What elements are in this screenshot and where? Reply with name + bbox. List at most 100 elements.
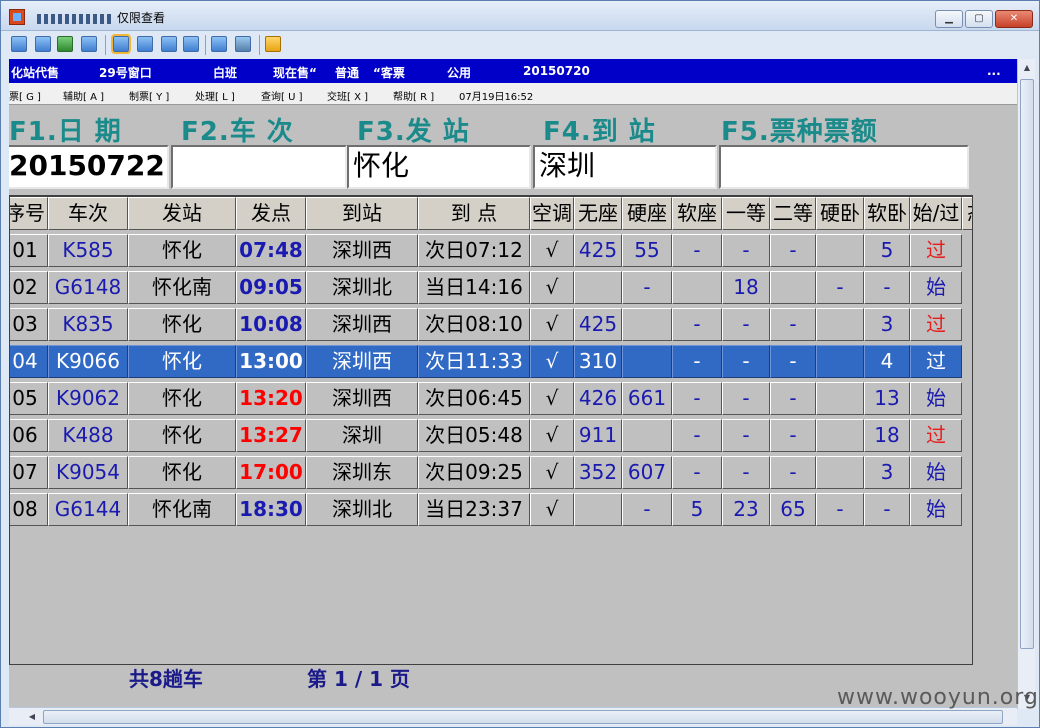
cell-arr: 当日14:16 xyxy=(418,271,530,304)
cell-soft-seat: 5 xyxy=(672,493,722,526)
train-field[interactable] xyxy=(171,145,347,189)
menu-item-process[interactable]: 处理[ L ] xyxy=(195,88,235,103)
cell-first-class: - xyxy=(722,456,770,489)
cell-hard-seat: - xyxy=(622,271,672,304)
col-header-first-class: 一等 xyxy=(722,197,770,230)
table-row[interactable]: 06 K488 怀化 13:27 深圳 次日05:48 √ 911- - -18 过 xyxy=(10,419,972,456)
cell-first-class: - xyxy=(722,345,770,378)
tools-icon[interactable] xyxy=(235,36,251,52)
col-header-state: 态 xyxy=(962,197,972,230)
close-button[interactable]: ✕ xyxy=(995,10,1033,28)
table-row[interactable]: 07 K9054 怀化 17:00 深圳东 次日09:25 √ 352 607- - -3 始 xyxy=(10,456,972,493)
cell-second-class: - xyxy=(770,419,816,452)
cell-no: 02 xyxy=(10,271,48,304)
to-station-field[interactable]: 深圳 xyxy=(533,145,717,189)
refresh-icon[interactable] xyxy=(35,36,51,52)
cell-hard-sleeper xyxy=(816,419,864,452)
cell-to: 深圳西 xyxy=(306,345,418,378)
cell-second-class: - xyxy=(770,234,816,267)
cell-dep: 13:20 xyxy=(236,382,306,415)
cell-train: K835 xyxy=(48,308,128,341)
cell-no-seat: 425 xyxy=(574,234,622,267)
cell-first-class: 23 xyxy=(722,493,770,526)
layout-icon[interactable] xyxy=(161,36,177,52)
col-header-soft-seat: 软座 xyxy=(672,197,722,230)
view-mode-icon[interactable] xyxy=(111,34,131,54)
app-icon xyxy=(9,9,25,25)
table-row[interactable]: 08 G6144 怀化南 18:30 深圳北 当日23:37 √ -5 23 65- - 始 xyxy=(10,493,972,530)
network-icon[interactable] xyxy=(183,36,199,52)
menu-item-help[interactable]: 帮助[ R ] xyxy=(393,88,434,103)
page-indicator: 第 1 / 1 页 xyxy=(307,667,410,691)
cell-origin-pass: 过 xyxy=(910,234,962,267)
menu-item-query[interactable]: 查询[ U ] xyxy=(261,88,302,103)
message-icon[interactable] xyxy=(81,36,97,52)
scroll-left-icon[interactable]: ◀ xyxy=(25,710,39,724)
cell-train: K9062 xyxy=(48,382,128,415)
cell-arr: 当日23:37 xyxy=(418,493,530,526)
f3-from-label: F3.发 站 xyxy=(357,117,470,147)
cell-train: K9066 xyxy=(48,345,128,378)
cell-no: 05 xyxy=(10,382,48,415)
cell-soft-sleeper: 3 xyxy=(864,456,910,489)
total-trains: 共8趟车 xyxy=(129,667,203,691)
cell-no: 03 xyxy=(10,308,48,341)
cell-first-class: 18 xyxy=(722,271,770,304)
cell-soft-seat: - xyxy=(672,456,722,489)
cell-hard-sleeper xyxy=(816,382,864,415)
vertical-scrollbar[interactable]: ▲ ▼ xyxy=(1017,59,1035,709)
title-bar[interactable]: 仅限查看 ▁ ▢ ✕ xyxy=(1,1,1039,31)
col-header-to: 到站 xyxy=(306,197,418,230)
menu-item-make-ticket[interactable]: 制票[ Y ] xyxy=(129,88,169,103)
cell-hard-sleeper: - xyxy=(816,271,864,304)
cell-no-seat: 310 xyxy=(574,345,622,378)
cell-train: K488 xyxy=(48,419,128,452)
scroll-up-icon[interactable]: ▲ xyxy=(1020,61,1034,75)
cell-ac: √ xyxy=(530,345,574,378)
ticket-kind: “客票 xyxy=(373,66,405,80)
menu-item-ticket[interactable]: 票[ G ] xyxy=(9,88,41,103)
from-station-field[interactable]: 怀化 xyxy=(347,145,531,189)
cell-second-class: - xyxy=(770,345,816,378)
cell-no-seat xyxy=(574,271,622,304)
cell-soft-seat: - xyxy=(672,382,722,415)
cell-origin-pass: 过 xyxy=(910,345,962,378)
ticket-type-field[interactable] xyxy=(719,145,969,189)
table-row[interactable]: 03 K835 怀化 10:08 深圳西 次日08:10 √ 425- - -3 过 xyxy=(10,308,972,345)
menu-item-assist[interactable]: 辅助[ A ] xyxy=(63,88,104,103)
window-icon[interactable] xyxy=(11,36,27,52)
cell-ac: √ xyxy=(530,271,574,304)
vertical-scroll-thumb[interactable] xyxy=(1020,79,1034,649)
table-row[interactable]: 05 K9062 怀化 13:20 深圳西 次日06:45 √ 426 661- - -13 始 xyxy=(10,382,972,419)
cell-no: 06 xyxy=(10,419,48,452)
col-header-no: 序号 xyxy=(10,197,48,230)
f2-train-label: F2.车 次 xyxy=(181,117,294,147)
col-header-ac: 空调 xyxy=(530,197,574,230)
cell-origin-pass: 过 xyxy=(910,419,962,452)
maximize-button[interactable]: ▢ xyxy=(965,10,993,28)
table-row[interactable]: 04 K9066 怀化 13:00 深圳西 次日11:33 √ 310- - -4 过 xyxy=(10,345,972,382)
minimize-button[interactable]: ▁ xyxy=(935,10,963,28)
cell-no: 01 xyxy=(10,234,48,267)
horizontal-scroll-thumb[interactable] xyxy=(43,710,1003,724)
cell-arr: 次日06:45 xyxy=(418,382,530,415)
exit-icon[interactable] xyxy=(265,36,281,52)
cell-ac: √ xyxy=(530,308,574,341)
table-row[interactable]: 02 G6148 怀化南 09:05 深圳北 当日14:16 √ -18- - 始 xyxy=(10,271,972,308)
purpose-label: 公用 xyxy=(447,66,472,80)
toolbar-separator xyxy=(205,35,206,55)
cell-dep: 18:30 xyxy=(236,493,306,526)
cell-ac: √ xyxy=(530,234,574,267)
date-field[interactable]: 20150722 xyxy=(9,145,169,189)
table-row[interactable]: 01 K585 怀化 07:48 深圳西 次日07:12 √ 425 55- - -5 过 xyxy=(10,234,972,271)
print-icon[interactable] xyxy=(211,36,227,52)
cell-train: G6144 xyxy=(48,493,128,526)
cell-soft-seat: - xyxy=(672,234,722,267)
phone-icon[interactable] xyxy=(57,36,73,52)
cell-hard-sleeper xyxy=(816,456,864,489)
menu-item-shift[interactable]: 交班[ X ] xyxy=(327,88,368,103)
settings-icon[interactable] xyxy=(137,36,153,52)
cell-to: 深圳东 xyxy=(306,456,418,489)
cell-from: 怀化南 xyxy=(128,493,236,526)
cell-ac: √ xyxy=(530,419,574,452)
